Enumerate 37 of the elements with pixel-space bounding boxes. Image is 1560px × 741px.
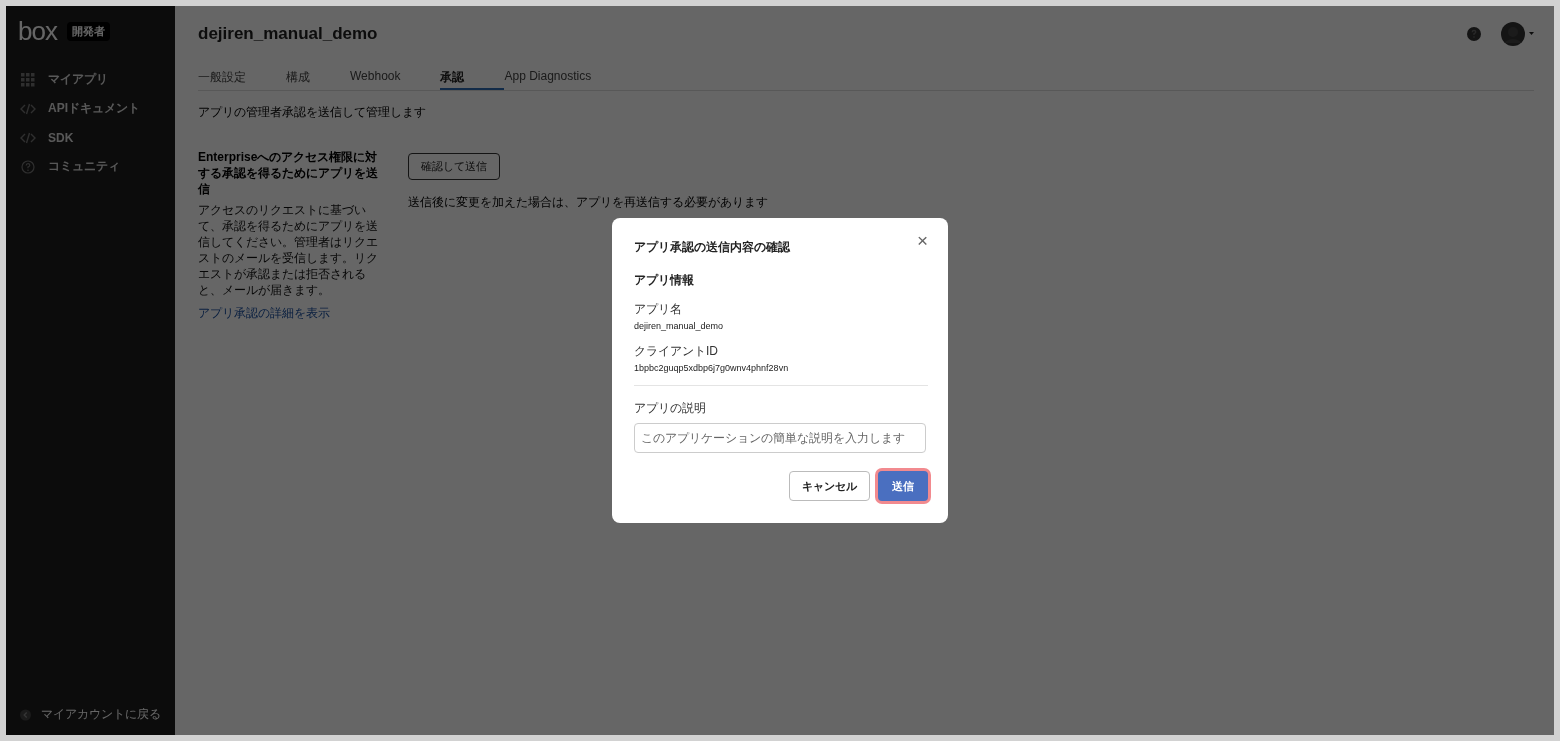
help-icon[interactable]	[1466, 26, 1482, 42]
section-text: アクセスのリクエストに基づいて、承認を得るためにアプリを送信してください。管理者はリクエストのメールを受信します。リクエストが承認または拒否されると、メールが届きます。	[198, 202, 379, 298]
field-label: アプリの説明	[634, 400, 707, 417]
description-field[interactable]: このアプリケーションの簡単な説明を入力します	[634, 423, 926, 453]
close-button[interactable]: ×	[916, 232, 928, 250]
field-label: クライアントID	[634, 343, 719, 360]
field-value: dejiren_manual_demo	[634, 321, 725, 331]
logo: box	[18, 16, 57, 47]
tab[interactable]: Webhook	[350, 62, 401, 89]
sidebar-item[interactable]: APIドキュメント	[6, 94, 175, 123]
tab[interactable]: 構成	[286, 62, 310, 89]
sidebar-item[interactable]: マイアプリ	[6, 65, 175, 94]
dialog-title: アプリ承認の送信内容の確認	[634, 239, 790, 256]
developer-badge: 開発者	[66, 22, 110, 41]
section-heading: アプリ情報	[634, 272, 695, 289]
code-icon	[20, 102, 36, 115]
field-label: アプリ名	[634, 301, 683, 318]
help-icon	[20, 159, 36, 174]
cancel-button[interactable]: キャンセル	[789, 471, 870, 501]
chevron-left-icon	[20, 707, 31, 722]
field-value: 1bpbc2guqp5xdbp6j7g0wnv4phnf28vn	[634, 363, 790, 373]
section-title: Enterpriseへのアクセス権限に対する承認を得るためにアプリを送信	[198, 149, 379, 197]
sidebar-item[interactable]: コミュニティ	[6, 152, 175, 181]
sidebar-item[interactable]: SDK	[6, 123, 175, 152]
grid-icon	[20, 72, 36, 87]
tab[interactable]: 一般設定	[198, 62, 246, 89]
details-link[interactable]: アプリ承認の詳細を表示	[198, 305, 388, 322]
resubmit-note: 送信後に変更を加えた場合は、アプリを再送信する必要があります	[408, 194, 768, 211]
back-link[interactable]: マイアカウントに戻る	[6, 702, 175, 727]
tab[interactable]: App Diagnostics	[504, 62, 592, 89]
avatar-icon[interactable]	[1500, 21, 1534, 47]
page-description: アプリの管理者承認を送信して管理します	[198, 104, 427, 121]
confirm-submit-button[interactable]: 確認して送信	[408, 153, 500, 180]
submit-button[interactable]: 送信	[878, 471, 928, 501]
app-title: dejiren_manual_demo	[198, 24, 378, 44]
tab[interactable]: 承認	[440, 62, 505, 90]
code-icon	[20, 131, 36, 144]
